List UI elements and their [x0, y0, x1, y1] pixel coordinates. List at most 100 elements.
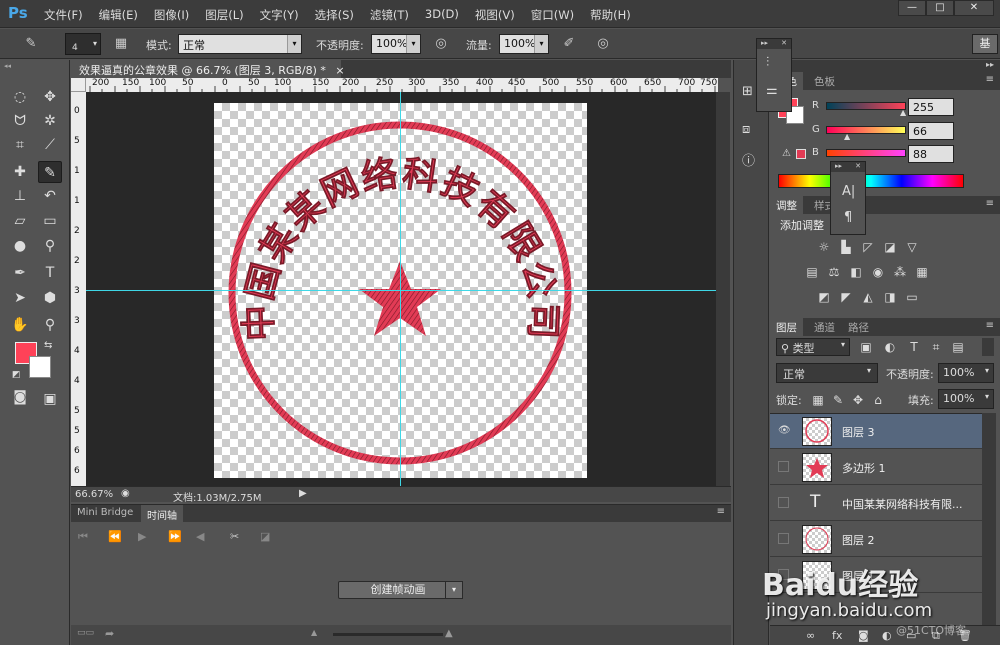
- layer-row-layer3[interactable]: 👁 图层 3: [770, 414, 982, 449]
- r-input[interactable]: 255: [908, 98, 954, 116]
- threshold-icon[interactable]: ◭: [860, 290, 876, 304]
- lock-position-icon[interactable]: ✥: [850, 393, 866, 407]
- exposure-icon[interactable]: ◪: [882, 240, 898, 254]
- blend-mode-select[interactable]: 正常 ▾: [776, 363, 878, 383]
- menu-image[interactable]: 图像(I): [154, 7, 189, 23]
- move-tool-icon[interactable]: ✥: [38, 86, 62, 108]
- b-input[interactable]: 88: [908, 145, 954, 163]
- play-icon[interactable]: ▶: [138, 530, 146, 543]
- pressure-size-icon[interactable]: ◎: [592, 34, 614, 54]
- brush-presets-icon[interactable]: ⫶: [766, 55, 769, 70]
- info-panel-icon[interactable]: ⓘ: [742, 150, 755, 169]
- eraser-tool-icon[interactable]: ▱: [8, 210, 32, 232]
- tab-adjustments[interactable]: 调整: [770, 196, 803, 214]
- g-slider-thumb-icon[interactable]: ▲: [844, 132, 850, 141]
- b-slider[interactable]: [826, 149, 906, 157]
- close-tab-icon[interactable]: ×: [335, 64, 344, 77]
- visibility-toggle[interactable]: [778, 533, 789, 544]
- invert-icon[interactable]: ◩: [816, 290, 832, 304]
- menu-layer[interactable]: 图层(L): [205, 7, 243, 23]
- tab-layers[interactable]: 图层: [770, 318, 803, 336]
- eyedropper-tool-icon[interactable]: ⟋: [38, 134, 62, 156]
- pen-tool-icon[interactable]: ✒: [8, 262, 32, 284]
- selective-color-icon[interactable]: ▭: [904, 290, 920, 304]
- brush-tool-icon[interactable]: ✎: [38, 161, 62, 183]
- lock-image-icon[interactable]: ✎: [830, 393, 846, 407]
- ruler-vertical[interactable]: 0 5 1 1 2 2 3 3 4 4 5 5 6 6: [71, 92, 86, 486]
- screen-mode-icon[interactable]: ▣: [38, 388, 62, 410]
- ruler-origin[interactable]: [71, 78, 86, 92]
- guide-vertical[interactable]: [400, 92, 401, 486]
- expand-icon[interactable]: ▸▸: [761, 39, 768, 47]
- shape-tool-icon[interactable]: ⬢: [38, 287, 62, 309]
- lock-transparent-icon[interactable]: ▦: [810, 393, 826, 407]
- zoom-out-icon[interactable]: ▲: [311, 628, 317, 637]
- zoom-tool-icon[interactable]: ⚲: [38, 314, 62, 336]
- next-frame-icon[interactable]: ⏩: [168, 530, 182, 543]
- document-tab[interactable]: 效果逼真的公章效果 @ 66.7% (图层 3, RGB/8) * ×: [71, 60, 345, 78]
- close-icon[interactable]: ✕: [855, 162, 861, 170]
- eye-icon[interactable]: 👁: [778, 425, 792, 437]
- collapse-icon[interactable]: ◂◂: [4, 62, 11, 70]
- color-lookup-icon[interactable]: ▦: [914, 265, 930, 279]
- zoom-slider[interactable]: [333, 633, 443, 636]
- crop-tool-icon[interactable]: ⌗: [8, 134, 32, 156]
- clone-stamp-tool-icon[interactable]: ⊥: [8, 185, 32, 207]
- layer-row-layer2[interactable]: 图层 2: [770, 522, 982, 557]
- brush-tool-icon[interactable]: ✎: [20, 34, 42, 54]
- healing-brush-tool-icon[interactable]: ✚: [8, 161, 32, 183]
- gamut-swatch[interactable]: [796, 149, 806, 159]
- audio-icon[interactable]: ◀: [196, 530, 204, 543]
- menu-file[interactable]: 文件(F): [44, 7, 83, 23]
- menu-filter[interactable]: 滤镜(T): [370, 7, 409, 23]
- first-frame-icon[interactable]: ⏮: [78, 530, 88, 544]
- default-colors-icon[interactable]: ◩: [12, 370, 21, 380]
- ruler-horizontal[interactable]: 200 150 100 50 0 50 100 150 200 250 300 …: [86, 78, 718, 92]
- transition-icon[interactable]: ◪: [260, 530, 270, 543]
- layer-filter-select[interactable]: ⚲ 类型 ▾: [776, 338, 850, 356]
- prev-frame-icon[interactable]: ⏪: [108, 530, 122, 543]
- visibility-toggle[interactable]: [778, 497, 789, 508]
- blur-tool-icon[interactable]: ●: [8, 235, 32, 257]
- paragraph-panel-icon[interactable]: ¶: [844, 210, 852, 225]
- status-menu-icon[interactable]: ◉: [121, 488, 130, 499]
- layer-row-text[interactable]: T 中国某某网络科技有限...: [770, 486, 982, 521]
- menu-view[interactable]: 视图(V): [475, 7, 515, 23]
- filter-type-icon[interactable]: T: [906, 340, 922, 354]
- timeline-frames-icon[interactable]: ▭▭: [77, 628, 94, 638]
- status-expand-icon[interactable]: ▶: [299, 488, 307, 499]
- mode-select[interactable]: 正常 ▾: [178, 34, 302, 54]
- tab-swatches[interactable]: 色板: [808, 72, 841, 90]
- history-panel-icon[interactable]: ⊞: [742, 84, 753, 99]
- scissors-icon[interactable]: ✂: [230, 530, 239, 543]
- close-icon[interactable]: ✕: [781, 39, 787, 47]
- panel-menu-icon[interactable]: ≡: [717, 506, 725, 517]
- menu-3d[interactable]: 3D(D): [425, 7, 459, 23]
- guide-horizontal[interactable]: [86, 290, 716, 291]
- menu-type[interactable]: 文字(Y): [260, 7, 299, 23]
- quick-mask-icon[interactable]: ◙: [8, 386, 32, 408]
- lock-all-icon[interactable]: ⌂: [870, 393, 886, 407]
- vertical-scrollbar[interactable]: [716, 92, 730, 486]
- pressure-opacity-icon[interactable]: ◎: [430, 34, 452, 54]
- workspace-button[interactable]: 基: [972, 34, 998, 54]
- filter-shape-icon[interactable]: ⌗: [928, 340, 944, 354]
- r-slider-thumb-icon[interactable]: ▲: [900, 108, 906, 117]
- character-panel-icon[interactable]: A|: [842, 184, 855, 199]
- posterize-icon[interactable]: ◤: [838, 290, 854, 304]
- gradient-tool-icon[interactable]: ▭: [38, 210, 62, 232]
- brush-panel-icon[interactable]: ▦: [110, 34, 132, 54]
- color-spectrum[interactable]: [778, 174, 964, 188]
- panel-menu-icon[interactable]: ≡: [986, 74, 994, 85]
- marquee-tool-icon[interactable]: ◌: [8, 86, 32, 108]
- convert-icon[interactable]: ➦: [105, 627, 114, 640]
- tool-presets-icon[interactable]: ⚌: [766, 83, 778, 98]
- zoom-level[interactable]: 66.67%: [75, 489, 113, 500]
- menu-window[interactable]: 窗口(W): [531, 7, 574, 23]
- path-selection-tool-icon[interactable]: ➤: [8, 287, 32, 309]
- curves-icon[interactable]: ◸: [860, 240, 876, 254]
- flow-input[interactable]: 100% ▾: [499, 34, 549, 54]
- black-white-icon[interactable]: ◧: [848, 265, 864, 279]
- tab-timeline[interactable]: 时间轴: [141, 505, 183, 522]
- fill-input[interactable]: 100% ▾: [938, 389, 994, 409]
